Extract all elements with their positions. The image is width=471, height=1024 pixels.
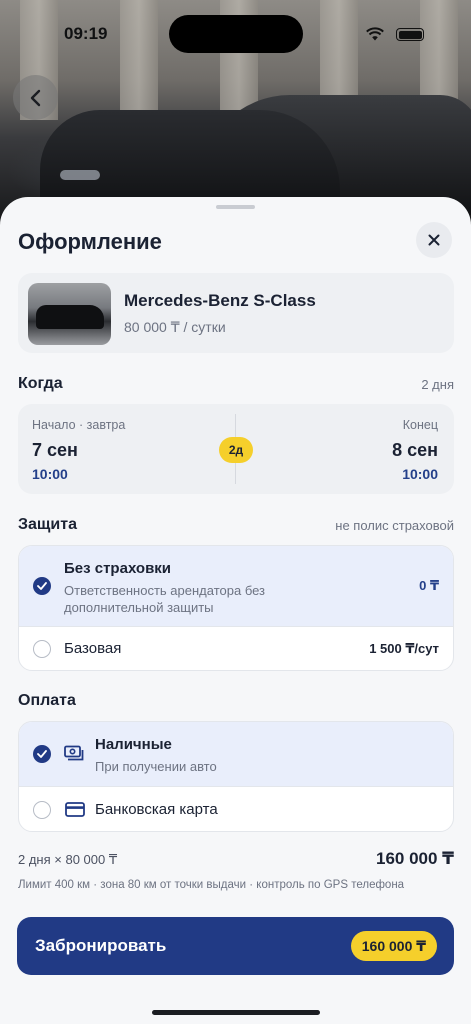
payment-options: Наличные При получении авто Банковская к… — [18, 721, 454, 832]
protection-option-title: Без страховки — [64, 560, 172, 577]
sheet-title: Оформление — [18, 229, 162, 254]
start-date[interactable]: 7 сен — [32, 440, 78, 461]
status-time: 09:19 — [64, 24, 108, 43]
check-icon — [37, 582, 47, 590]
start-label: Начало · завтра — [32, 418, 126, 432]
dynamic-island — [169, 15, 303, 53]
rental-terms-note: Лимит 400 км · зона 80 км от точки выдач… — [18, 879, 405, 891]
book-button[interactable]: Забронировать 160 000 ₸ — [17, 917, 454, 975]
protection-option-basic[interactable]: Базовая 1 500 ₸/сут — [19, 627, 453, 670]
protection-section-title: Защита — [18, 516, 77, 533]
payment-option-cash[interactable]: Наличные При получении авто — [19, 722, 453, 786]
car-name: Mercedes-Benz S-Class — [124, 291, 316, 310]
home-indicator[interactable] — [152, 1010, 320, 1015]
payment-option-title: Банковская карта — [95, 801, 218, 818]
car-thumbnail — [28, 283, 111, 345]
total-price: 160 000 ₸ — [375, 849, 454, 868]
protection-option-subtitle: Ответственность арендатора без дополните… — [64, 583, 266, 615]
card-icon — [65, 802, 85, 817]
protection-options: Без страховки Ответственность арендатора… — [18, 545, 454, 671]
protection-option-none[interactable]: Без страховки Ответственность арендатора… — [19, 546, 453, 626]
close-icon — [428, 234, 440, 246]
radio-selected[interactable] — [33, 577, 51, 595]
wifi-icon — [366, 27, 384, 41]
car-price: 80 000 ₸ / сутки — [124, 319, 226, 335]
battery-icon — [396, 28, 424, 41]
protection-option-price: 0 ₸ — [419, 578, 439, 593]
radio-unselected[interactable] — [33, 640, 51, 658]
protection-meta: не полис страховой — [335, 518, 454, 533]
dates-card[interactable]: Начало · завтра 7 сен 10:00 2д Конец 8 с… — [18, 404, 454, 494]
back-button[interactable] — [13, 75, 58, 120]
checkout-sheet: Оформление Mercedes-Benz S-Class 80 000 … — [0, 197, 471, 1024]
days-badge: 2д — [219, 437, 253, 463]
car-summary-card: Mercedes-Benz S-Class 80 000 ₸ / сутки — [18, 273, 454, 353]
payment-option-subtitle: При получении авто — [95, 759, 217, 774]
radio-unselected[interactable] — [33, 801, 51, 819]
when-section-title: Когда — [18, 375, 63, 392]
protection-option-price: 1 500 ₸/сут — [369, 641, 439, 656]
chevron-left-icon — [30, 89, 40, 106]
book-button-label: Забронировать — [35, 936, 167, 955]
close-button[interactable] — [416, 222, 452, 258]
protection-option-title: Базовая — [64, 640, 122, 657]
end-time[interactable]: 10:00 — [402, 466, 438, 482]
payment-section-title: Оплата — [18, 692, 76, 709]
radio-selected[interactable] — [33, 745, 51, 763]
sheet-grabber[interactable] — [216, 205, 255, 209]
start-time[interactable]: 10:00 — [32, 466, 68, 482]
check-icon — [37, 750, 47, 758]
price-calculation: 2 дня × 80 000 ₸ — [18, 852, 118, 867]
book-button-price: 160 000 ₸ — [350, 931, 437, 961]
cash-icon — [64, 745, 84, 761]
end-label: Конец — [402, 418, 438, 432]
payment-option-card[interactable]: Банковская карта — [19, 787, 453, 831]
rental-duration: 2 дня — [421, 377, 454, 392]
payment-option-title: Наличные — [95, 736, 172, 753]
end-date[interactable]: 8 сен — [392, 440, 438, 461]
